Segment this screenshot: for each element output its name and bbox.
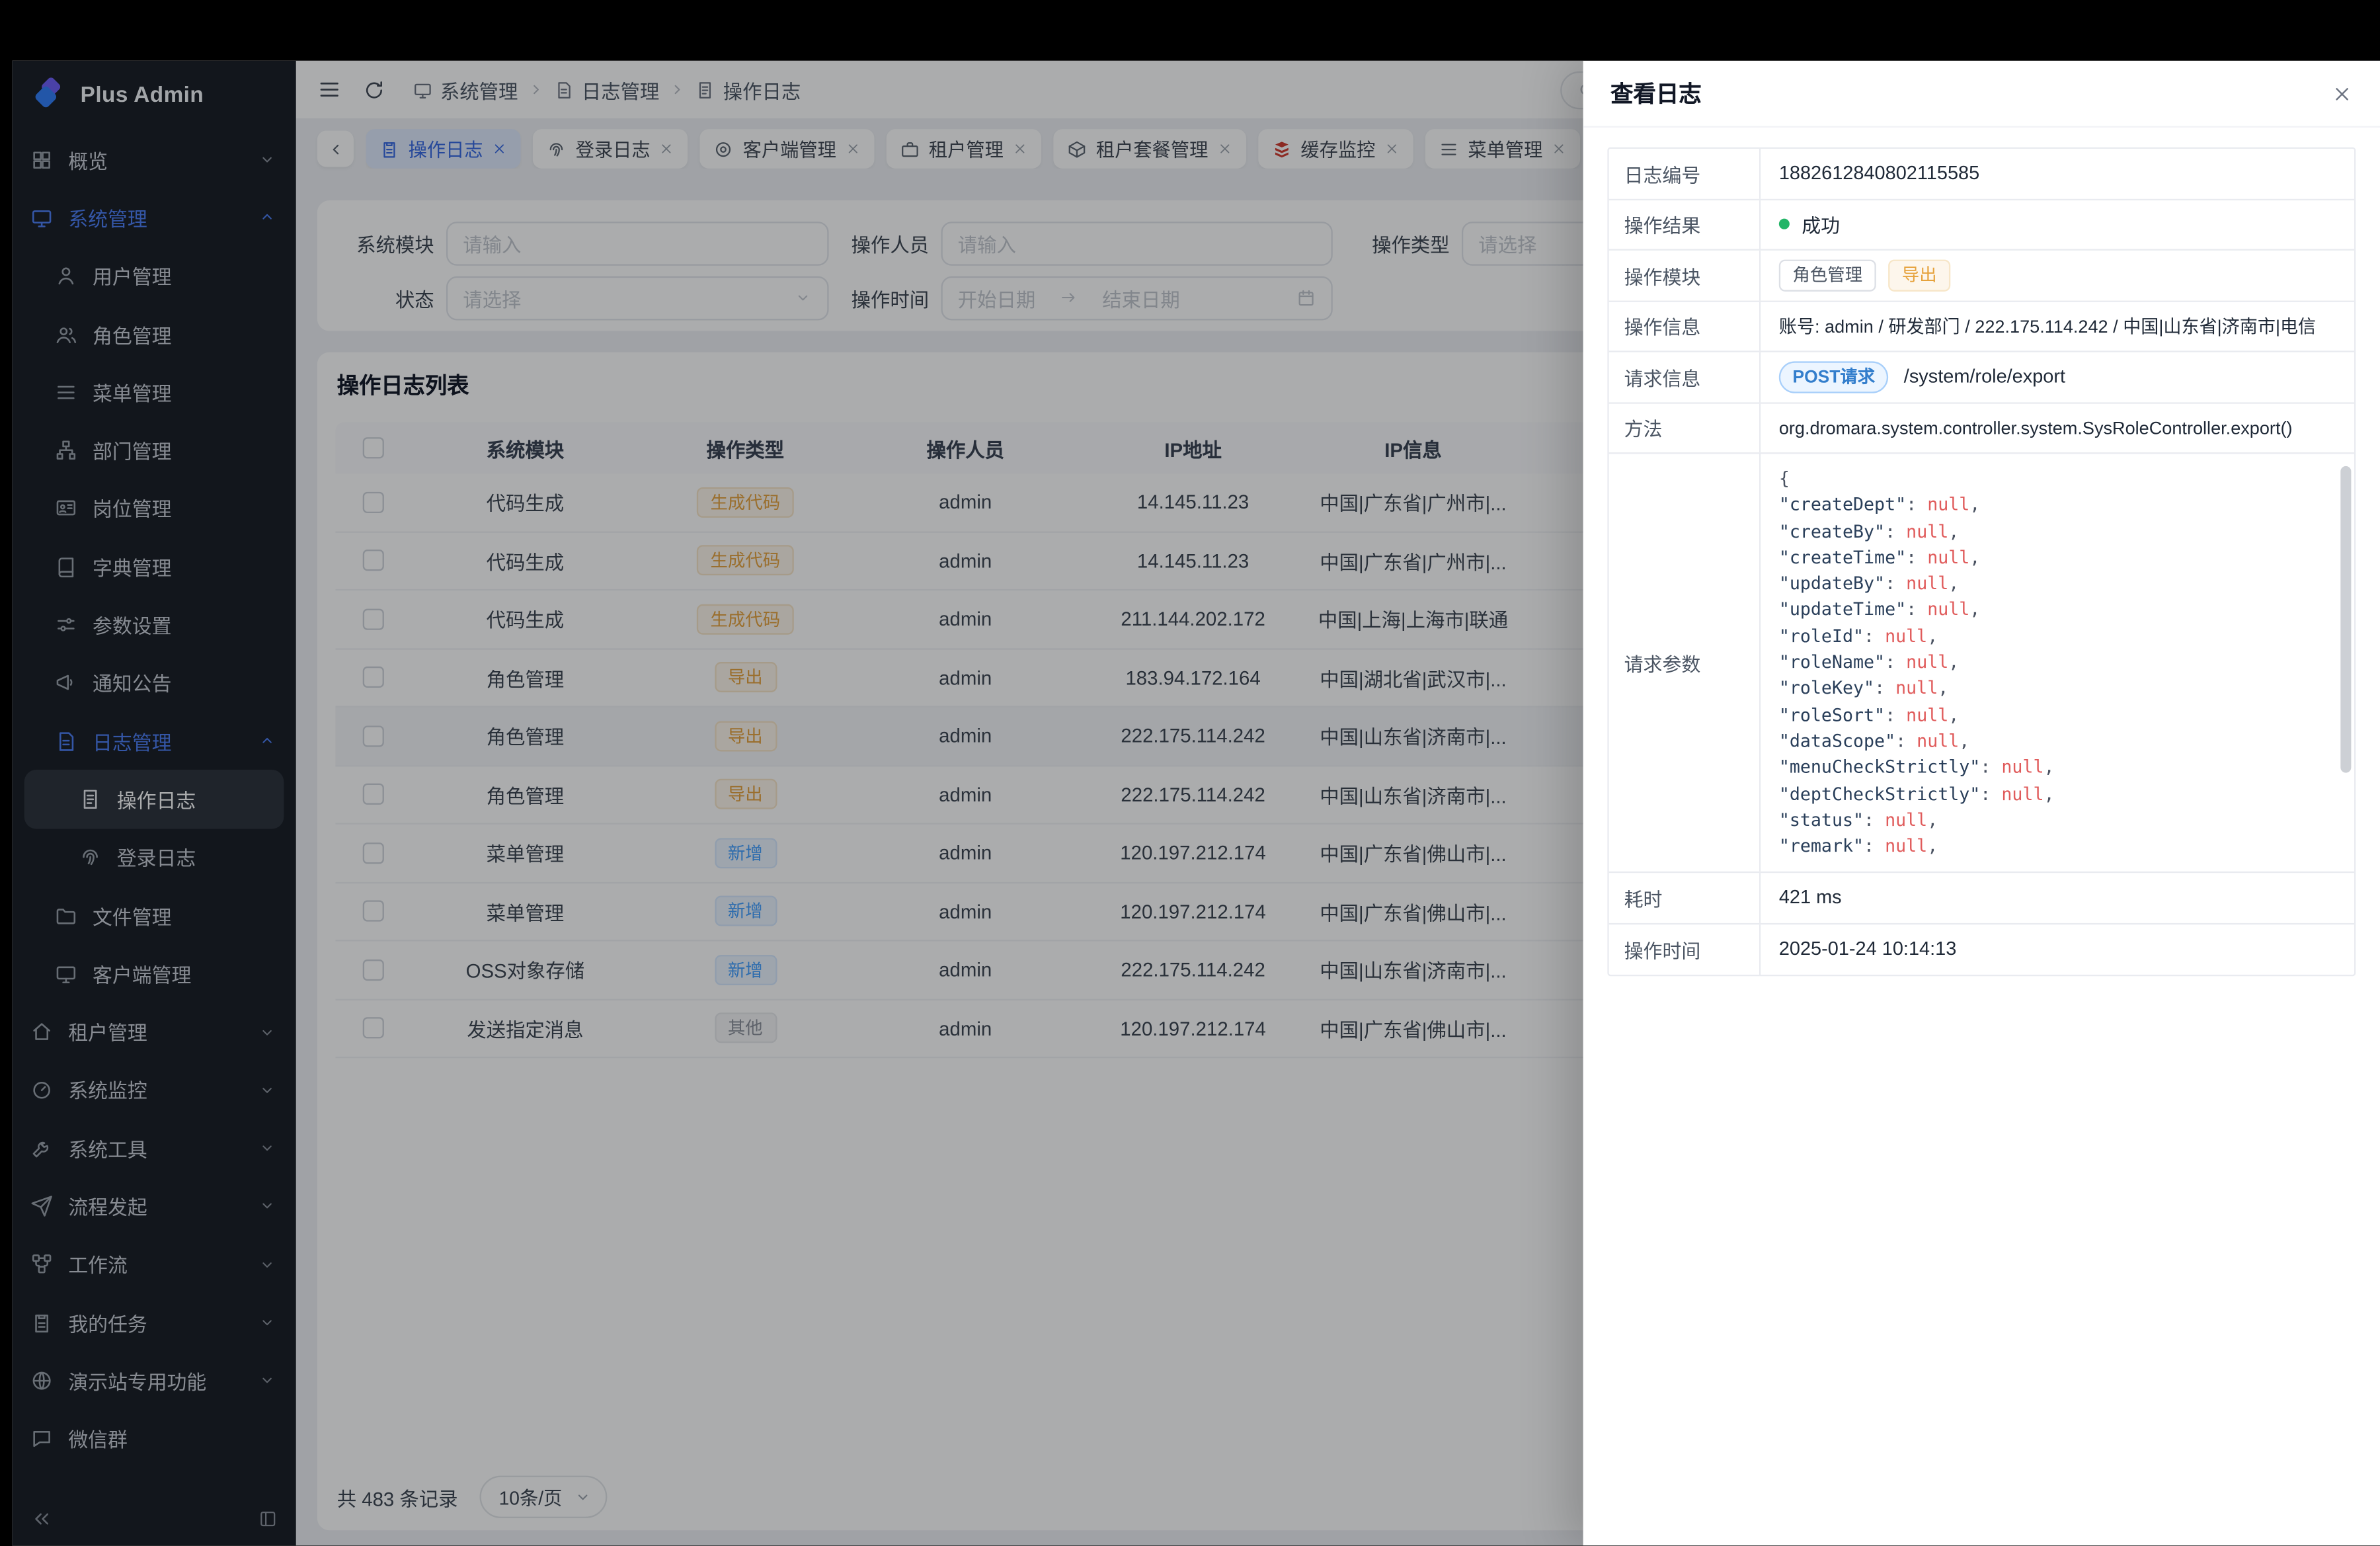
method-value: org.dromara.system.controller.system.Sys… — [1761, 403, 2354, 453]
request-info-value: POST请求 /system/role/export — [1761, 352, 2354, 402]
export-tag: 导出 — [1888, 259, 1950, 291]
module-tag: 角色管理 — [1779, 259, 1876, 291]
detail-row: 请求信息 POST请求 /system/role/export — [1609, 352, 2354, 403]
detail-row: 操作时间 2025-01-24 10:14:13 — [1609, 924, 2354, 975]
request-url: /system/role/export — [1904, 366, 2065, 387]
detail-row: 操作结果 成功 — [1609, 200, 2354, 251]
post-method-tag: POST请求 — [1779, 361, 1889, 393]
drawer-title: 查看日志 — [1610, 77, 1702, 109]
app-window: Plus Admin 概览系统管理用户管理角色管理菜单管理部门管理岗位管理字典管… — [12, 61, 2380, 1545]
detail-row: 方法 org.dromara.system.controller.system.… — [1609, 403, 2354, 454]
detail-row: 日志编号 1882612840802115585 — [1609, 149, 2354, 200]
detail-row: 操作信息 账号: admin / 研发部门 / 222.175.114.242 … — [1609, 302, 2354, 352]
log-id-value: 1882612840802115585 — [1761, 149, 2354, 198]
success-status-dot — [1779, 219, 1790, 229]
request-params-cell: { "createDept": null, "createBy": null, … — [1761, 454, 2354, 871]
request-params-code: { "createDept": null, "createBy": null, … — [1779, 466, 2339, 860]
oper-module-value: 角色管理 导出 — [1761, 251, 2354, 300]
log-detail-table: 日志编号 1882612840802115585 操作结果 成功 操作模块 角色… — [1607, 147, 2356, 977]
close-icon[interactable] — [2332, 83, 2353, 104]
screen: Plus Admin 概览系统管理用户管理角色管理菜单管理部门管理岗位管理字典管… — [0, 0, 2380, 1545]
drawer-header: 查看日志 — [1583, 61, 2380, 128]
oper-time-value: 2025-01-24 10:14:13 — [1761, 924, 2354, 975]
duration-value: 421 ms — [1761, 873, 2354, 922]
oper-result-value: 成功 — [1761, 200, 2354, 249]
detail-row: 操作模块 角色管理 导出 — [1609, 251, 2354, 302]
detail-row: 耗时 421 ms — [1609, 873, 2354, 924]
view-log-drawer: 查看日志 日志编号 1882612840802115585 操作结果 成功 操作… — [1583, 61, 2380, 1545]
scrollbar-thumb[interactable] — [2340, 466, 2351, 773]
detail-row: 请求参数 { "createDept": null, "createBy": n… — [1609, 454, 2354, 873]
oper-info-value: 账号: admin / 研发部门 / 222.175.114.242 / 中国|… — [1761, 302, 2354, 351]
